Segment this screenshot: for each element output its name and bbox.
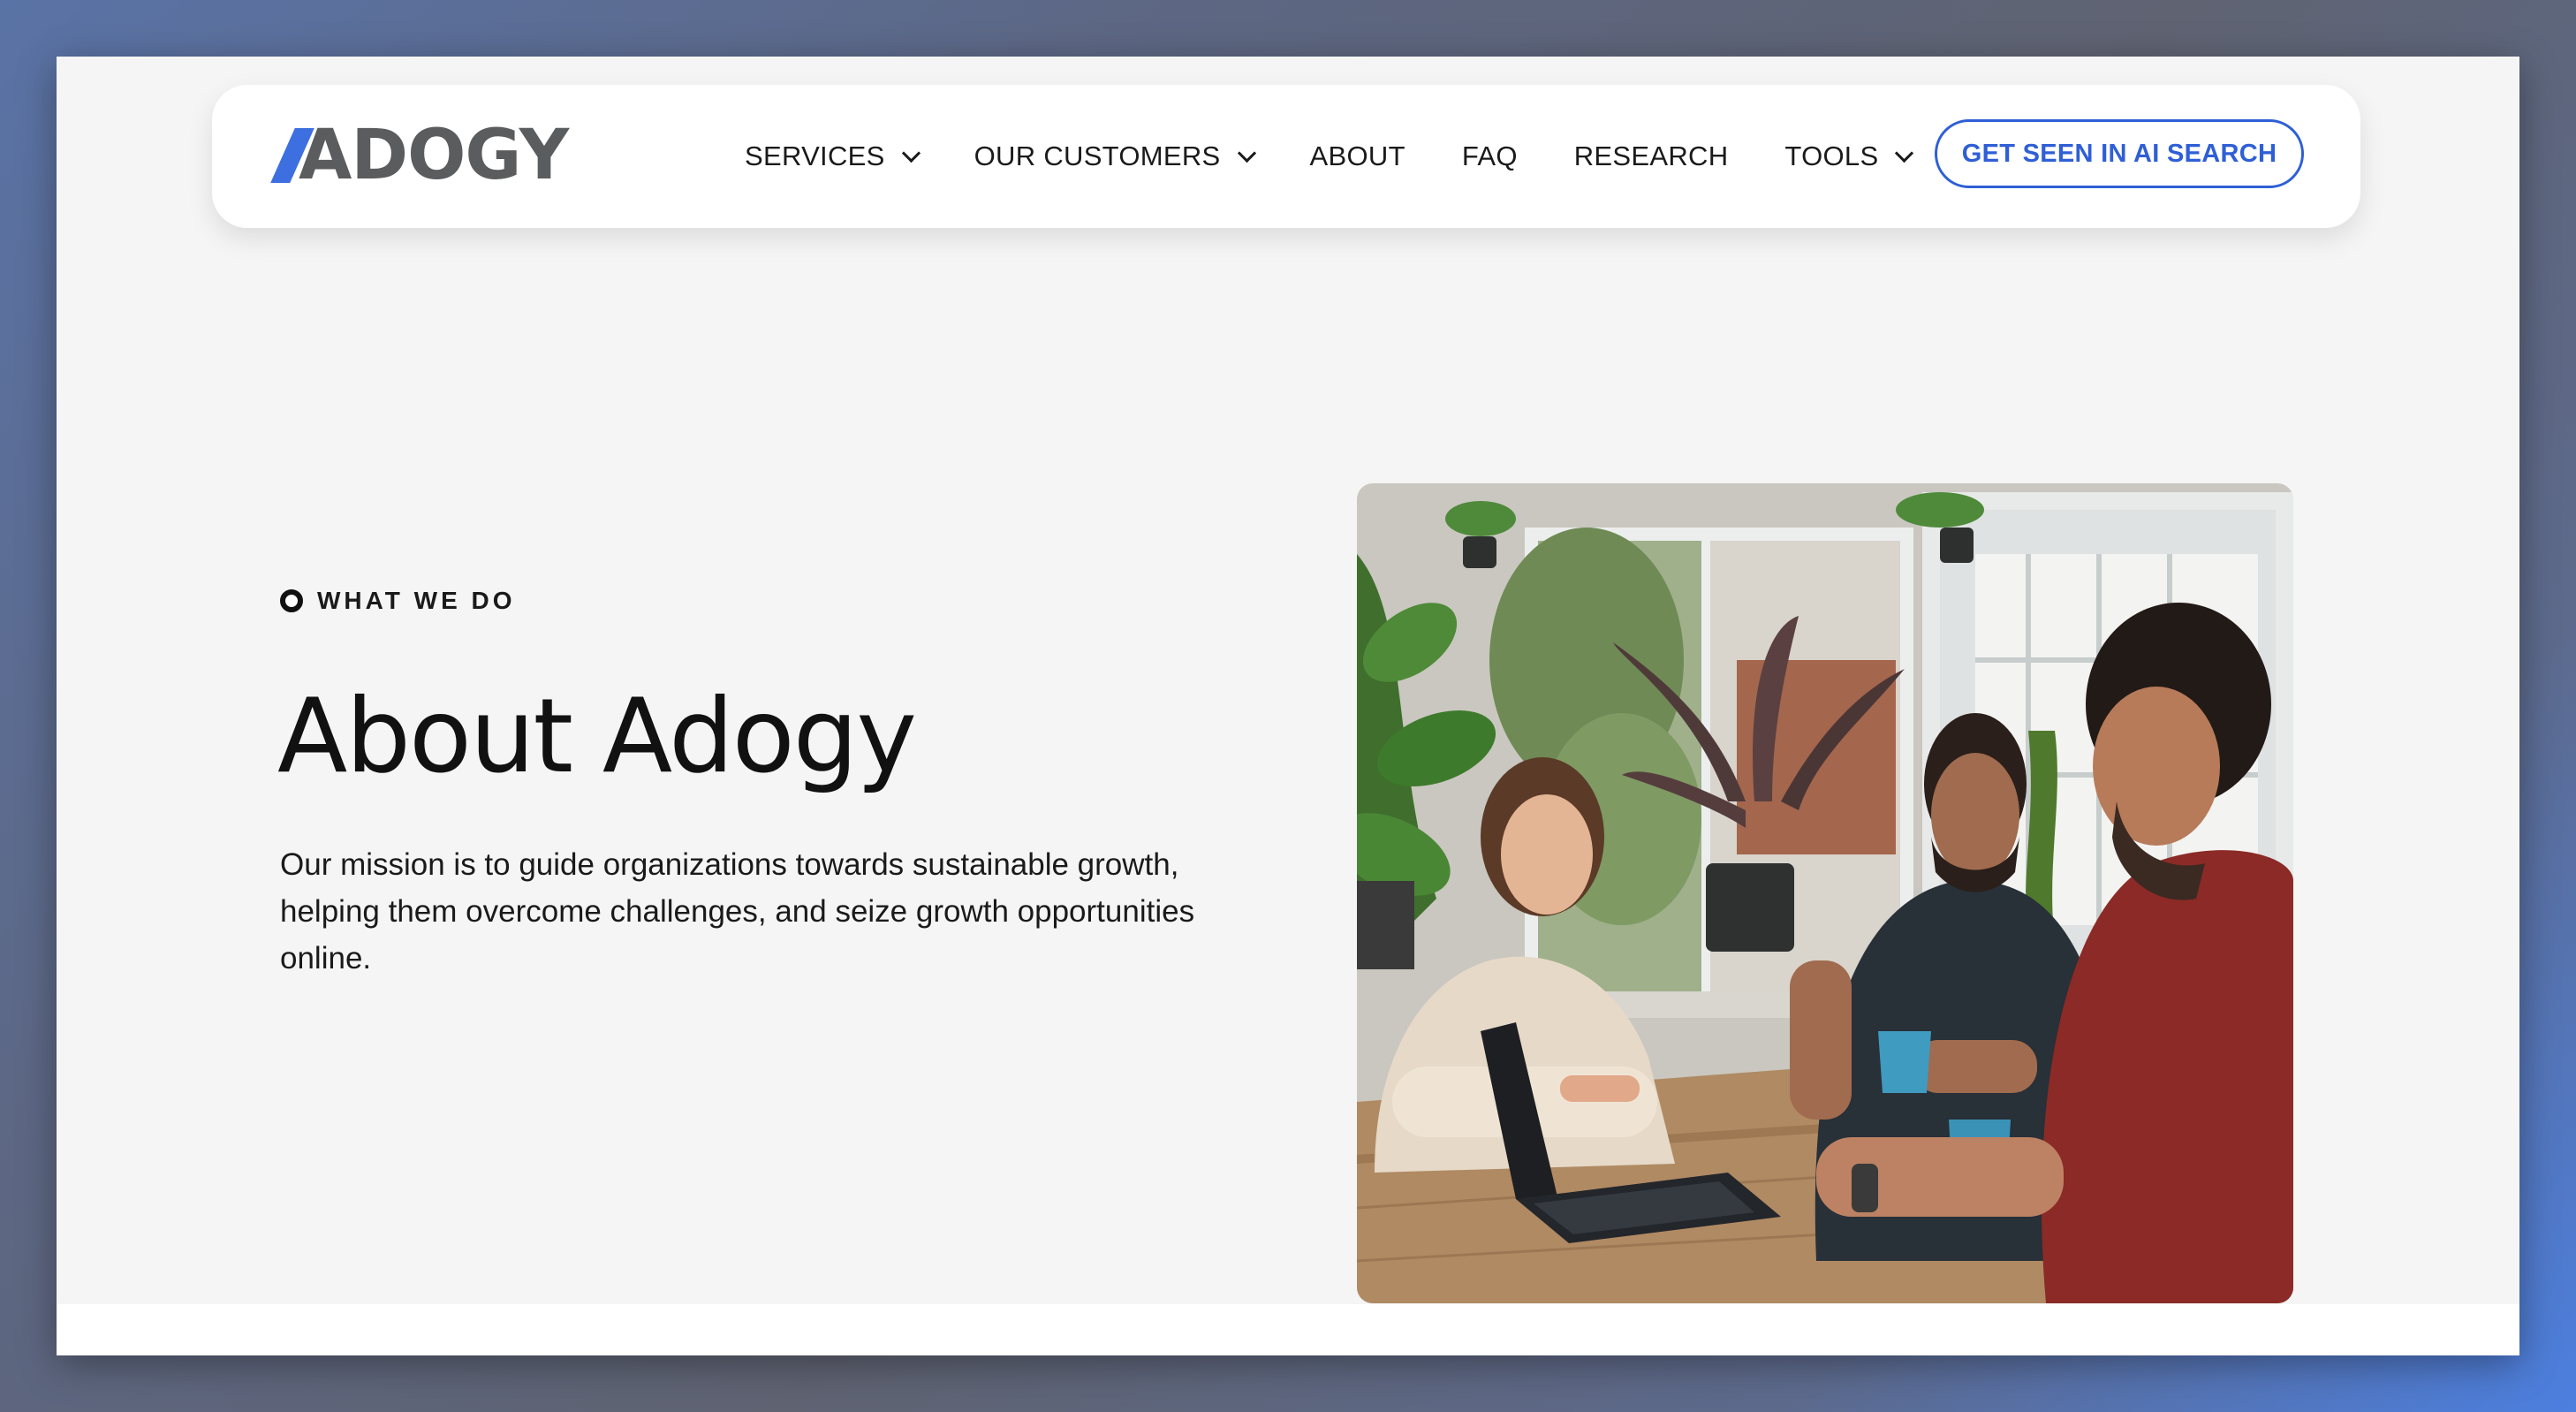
adogy-logo[interactable]: ADOGY [270,116,569,195]
mission-description: Our mission is to guide organizations to… [280,847,1195,975]
section-eyebrow: WHAT WE DO [280,587,516,615]
nav-item-tools[interactable]: TOOLS [1784,140,1914,172]
eyebrow-label: WHAT WE DO [317,587,516,614]
nav-item-faq[interactable]: FAQ [1462,140,1518,172]
nav-item-label: FAQ [1461,140,1518,171]
team-meeting-photo [1357,483,2293,1303]
main-nav: SERVICES OUR CUSTOMERS ABOUT FAQ RESEARC… [745,85,1914,228]
browser-window: ADOGY SERVICES OUR CUSTOMERS ABOUT FAQ R… [57,57,2519,1355]
nav-item-services[interactable]: SERVICES [745,140,921,172]
nav-item-about[interactable]: ABOUT [1310,140,1405,172]
nav-item-our-customers[interactable]: OUR CUSTOMERS [974,140,1256,172]
page-title: About Adogy [277,677,917,796]
chevron-down-icon [1895,143,1914,163]
nav-item-label: SERVICES [745,140,885,171]
nav-item-label: TOOLS [1784,140,1879,171]
nav-item-label: RESEARCH [1573,140,1729,171]
chevron-down-icon [1237,143,1256,163]
footer-strip [57,1304,2519,1355]
nav-item-research[interactable]: RESEARCH [1574,140,1729,172]
logo-text: ADOGY [299,116,569,195]
nav-item-label: ABOUT [1309,140,1405,171]
circle-dot-icon [280,589,303,612]
chevron-down-icon [901,143,921,163]
get-seen-cta-button[interactable]: GET SEEN IN AI SEARCH [1935,119,2304,188]
nav-item-label: OUR CUSTOMERS [974,140,1221,171]
top-navbar: ADOGY SERVICES OUR CUSTOMERS ABOUT FAQ R… [212,85,2360,228]
